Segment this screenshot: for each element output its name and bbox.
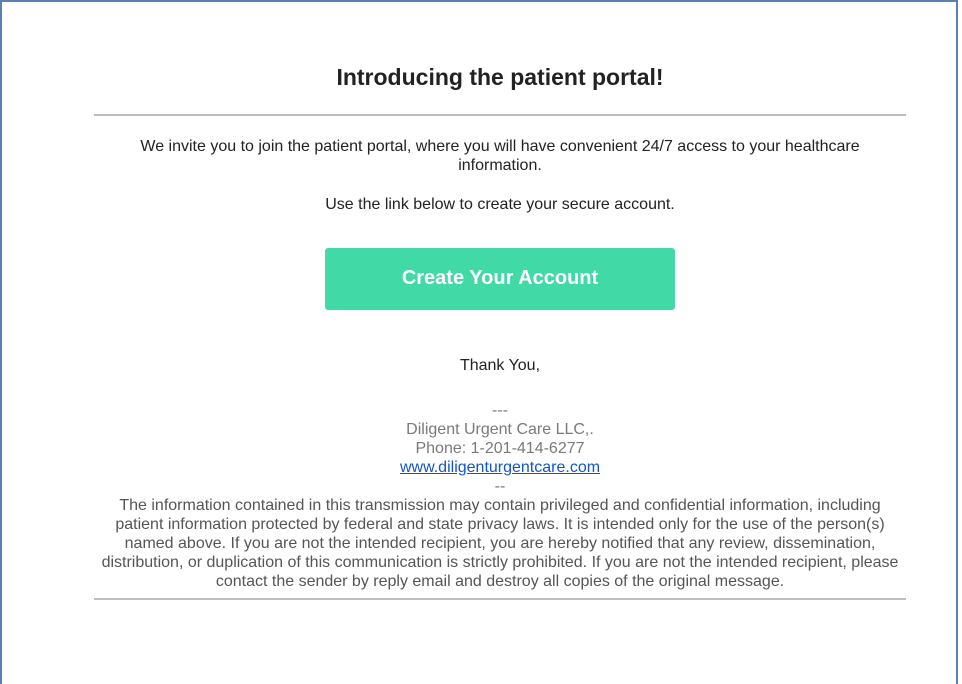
company-phone: Phone: 1-201-414-6277 bbox=[415, 440, 585, 457]
email-title: Introducing the patient portal! bbox=[336, 64, 664, 90]
intro-text: We invite you to join the patient portal… bbox=[140, 138, 860, 174]
cta-container: Create Your Account bbox=[94, 248, 906, 310]
thanks-text: Thank You, bbox=[459, 357, 541, 374]
signature-separator-top: --- bbox=[492, 402, 508, 419]
signature-block: --- Diligent Urgent Care LLC,. Phone: 1-… bbox=[94, 401, 906, 496]
website-link[interactable]: www.diligenturgentcare.com bbox=[400, 459, 600, 476]
bottom-divider bbox=[94, 598, 906, 600]
company-name: Diligent Urgent Care LLC,. bbox=[406, 421, 594, 438]
create-account-button[interactable]: Create Your Account bbox=[325, 248, 675, 310]
signature-separator-bottom: -- bbox=[494, 478, 506, 495]
email-body: Introducing the patient portal! We invit… bbox=[94, 0, 906, 600]
top-divider bbox=[94, 114, 906, 116]
confidentiality-disclaimer: The information contained in this transm… bbox=[101, 497, 899, 590]
instruction-text: Use the link below to create your secure… bbox=[325, 196, 675, 213]
